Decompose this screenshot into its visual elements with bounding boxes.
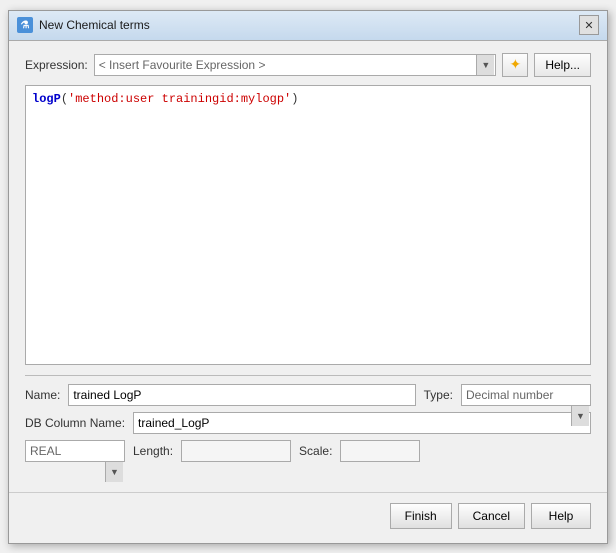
dialog-footer: Finish Cancel Help <box>9 492 607 543</box>
star-icon: ✦ <box>509 56 521 73</box>
main-window: ⚗ New Chemical terms ✕ Expression: < Ins… <box>8 10 608 544</box>
help-button[interactable]: Help <box>531 503 591 529</box>
db-column-label: DB Column Name: <box>25 416 125 430</box>
name-label: Name: <box>25 388 60 402</box>
close-button[interactable]: ✕ <box>579 15 599 35</box>
type-select-wrapper: Decimal number ▼ <box>461 384 591 406</box>
favourite-button[interactable]: ✦ <box>502 53 528 77</box>
expression-select[interactable]: < Insert Favourite Expression > <box>94 54 497 76</box>
expression-label: Expression: <box>25 58 88 72</box>
finish-button[interactable]: Finish <box>390 503 452 529</box>
expression-row: Expression: < Insert Favourite Expressio… <box>25 53 591 77</box>
db-column-input[interactable] <box>133 412 591 434</box>
type-label: Type: <box>424 388 453 402</box>
data-type-dropdown-arrow[interactable]: ▼ <box>105 462 123 482</box>
expression-help-button[interactable]: Help... <box>534 53 591 77</box>
length-label: Length: <box>133 444 173 458</box>
code-editor[interactable]: logP('method:user trainingid:mylogp') <box>25 85 591 365</box>
name-input[interactable] <box>68 384 415 406</box>
separator <box>25 375 591 376</box>
type-select[interactable]: Decimal number <box>461 384 591 406</box>
window-icon: ⚗ <box>17 17 33 33</box>
open-paren: ( <box>61 92 68 106</box>
data-type-row: REAL ▼ Length: Scale: <box>25 440 591 462</box>
close-paren: ) <box>291 92 298 106</box>
data-type-select-wrapper: REAL ▼ <box>25 440 125 462</box>
db-column-row: DB Column Name: <box>25 412 591 434</box>
title-bar: ⚗ New Chemical terms ✕ <box>9 11 607 41</box>
title-bar-left: ⚗ New Chemical terms <box>17 17 150 33</box>
name-type-row: Name: Type: Decimal number ▼ <box>25 384 591 406</box>
scale-input[interactable] <box>340 440 420 462</box>
function-name: logP <box>32 92 61 106</box>
dialog-content: Expression: < Insert Favourite Expressio… <box>9 41 607 480</box>
code-line: logP('method:user trainingid:mylogp') <box>32 92 584 106</box>
code-param: 'method:user trainingid:mylogp' <box>68 92 291 106</box>
cancel-button[interactable]: Cancel <box>458 503 525 529</box>
expression-dropdown-arrow[interactable]: ▼ <box>476 55 494 75</box>
data-type-select[interactable]: REAL <box>25 440 125 462</box>
window-title: New Chemical terms <box>39 18 150 32</box>
type-dropdown-arrow[interactable]: ▼ <box>571 406 589 426</box>
expression-select-wrapper: < Insert Favourite Expression > ▼ <box>94 54 497 76</box>
length-input[interactable] <box>181 440 291 462</box>
scale-label: Scale: <box>299 444 332 458</box>
